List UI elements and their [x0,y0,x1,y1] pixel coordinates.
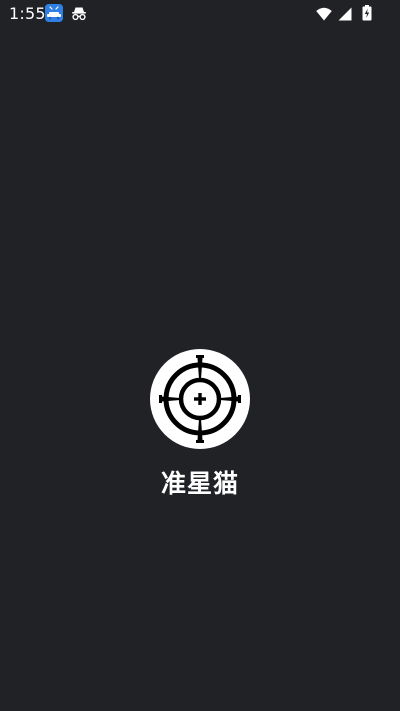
cell-signal-icon [338,6,352,21]
battery-charging-icon [362,5,372,21]
splash-screen: 1:55 准星猫 [0,0,400,711]
status-bar: 1:55 [0,0,400,28]
app-name: 准星猫 [160,469,239,498]
status-time: 1:55 [9,4,46,23]
incognito-icon [71,5,87,21]
crosshair-icon [150,349,250,449]
wifi-icon [316,6,332,21]
app-notification-icon [45,4,63,22]
